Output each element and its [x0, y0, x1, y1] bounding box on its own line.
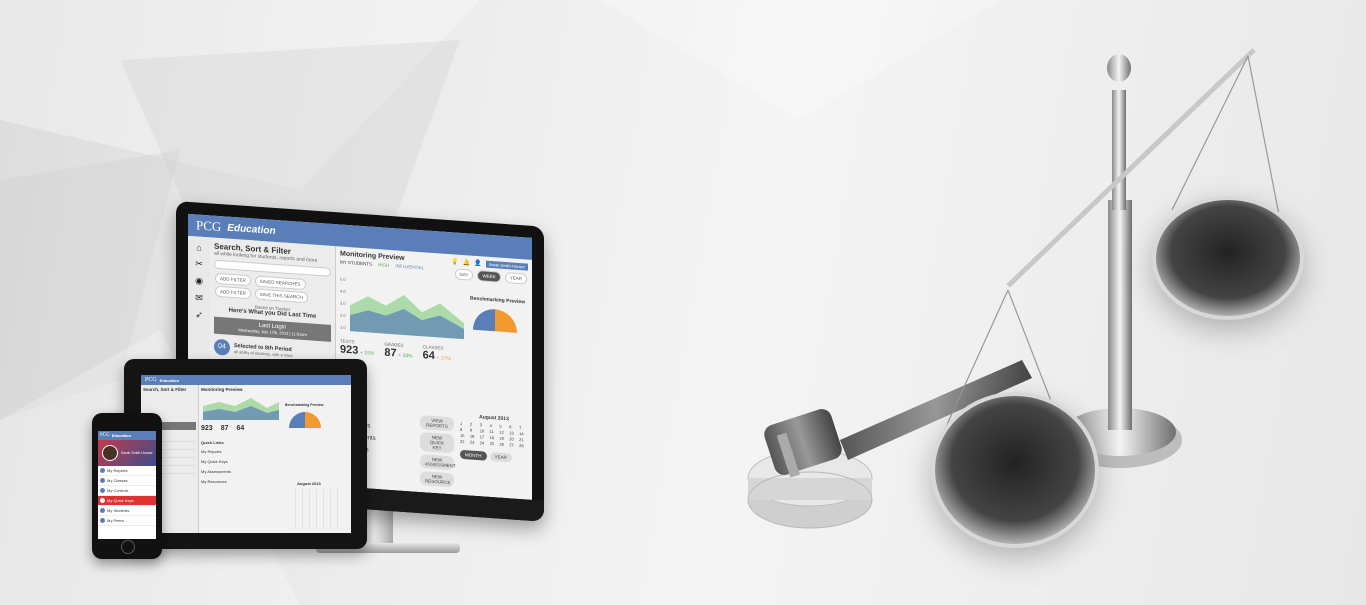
- y-tick: 2.0: [340, 312, 346, 317]
- tablet-stat-grades: 87: [220, 425, 229, 432]
- monitoring-area-chart: 5.0 4.0 3.0 2.0 1.0: [340, 276, 464, 340]
- add-filter-button-2[interactable]: ADD FILTER: [215, 285, 251, 300]
- tablet-link-assessments[interactable]: My Assessments: [201, 469, 349, 474]
- menu-my-quick-keys[interactable]: My Quick Keys: [98, 496, 156, 506]
- peers-icon: [100, 518, 105, 523]
- stat-tests: TESTS 923 + 15%: [340, 338, 375, 357]
- menu-my-classes[interactable]: My Classes: [98, 476, 156, 486]
- benchmarking-panel: Benchmarking Preview: [470, 296, 528, 338]
- tablet-quick-links-title: Quick Links: [201, 440, 224, 445]
- bell-icon[interactable]: 🔔: [463, 259, 470, 267]
- profile-header: Sarah Smith-Houser: [98, 440, 156, 466]
- app-logo: PCG: [100, 433, 110, 438]
- tablet-link-reports[interactable]: My Reports: [201, 449, 349, 454]
- app-logo: PCG: [145, 377, 157, 383]
- classes-icon: [100, 478, 105, 483]
- app-name: Education: [159, 377, 180, 383]
- tablet-bench-title: Benchmarking Preview: [285, 403, 324, 407]
- year-button[interactable]: YEAR: [489, 451, 512, 463]
- tablet-calendar-title: August 2013: [297, 481, 321, 486]
- phone-device: PCG Education Sarah Smith-Houser My Repo…: [92, 413, 162, 559]
- stat-grades: GRADES 87 + 33%: [384, 341, 413, 360]
- tablet-link-quick-keys[interactable]: My Quick Keys: [201, 459, 349, 464]
- user-icon[interactable]: 👤: [474, 260, 481, 268]
- y-tick: 3.0: [340, 300, 346, 305]
- legend-label: MY STUDENTS: [340, 259, 373, 267]
- tab-year[interactable]: YEAR: [504, 271, 527, 285]
- rocket-icon[interactable]: ➶: [188, 309, 210, 322]
- tablet-stat-classes: 64: [236, 425, 245, 432]
- stat-classes: CLASSES 64 + 17%: [422, 344, 451, 363]
- menu-my-reports[interactable]: My Reports: [98, 466, 156, 476]
- new-assessment-button[interactable]: NEW ASSESSMENT: [420, 454, 456, 471]
- action-buttons: VIEW REPORTS NEW QUICK KEY NEW ASSESSMEN…: [420, 412, 456, 490]
- calendar-widget: August 2013 1234567 8 9 10 11 12 13 14 15 16 17 1…: [460, 413, 528, 467]
- controls-icon: [100, 488, 105, 493]
- scales-icon: [931, 48, 1304, 548]
- phone-screen: PCG Education Sarah Smith-Houser My Repo…: [98, 431, 156, 539]
- add-filter-button[interactable]: ADD FILTER: [215, 272, 251, 287]
- tablet-benchmark-pie: [289, 412, 321, 428]
- legend-high: HIGH: [378, 262, 390, 268]
- menu-my-students[interactable]: My Students: [98, 506, 156, 516]
- menu-my-controls[interactable]: My Controls: [98, 486, 156, 496]
- tab-day[interactable]: DAY: [454, 268, 474, 281]
- eye-icon[interactable]: ◉: [188, 275, 210, 288]
- app-name: Education: [227, 222, 276, 237]
- y-tick: 4.0: [340, 288, 346, 293]
- month-button[interactable]: MONTH: [460, 449, 487, 461]
- tablet-link-resources[interactable]: My Resources: [201, 479, 349, 484]
- calendar-grid[interactable]: 1234567 8 9 10 11 12 13 14 15 16 17 18 19 20 21 22 23…: [460, 421, 528, 449]
- tablet-area-chart: [203, 398, 279, 420]
- tablet-calendar-grid[interactable]: [289, 489, 343, 529]
- benchmark-pie: [473, 309, 517, 333]
- avatar[interactable]: [102, 445, 118, 461]
- tablet-stat-tests: 923: [201, 425, 213, 432]
- tablet-panel-title: Search, Sort & Filter: [143, 387, 187, 392]
- app-name: Education: [111, 433, 132, 438]
- mail-icon[interactable]: ✉: [188, 292, 210, 305]
- justice-illustration: [747, 48, 1304, 548]
- save-search-button[interactable]: SAVE THIS SEARCH: [254, 288, 308, 304]
- tablet-screen: PCG Education Search, Sort & Filter Moni…: [141, 375, 351, 533]
- home-icon[interactable]: ⌂: [188, 242, 210, 254]
- last-login-box[interactable]: Last Login Wednesday, July 17th, 2013 | …: [214, 316, 331, 342]
- tablet-main: Monitoring Preview Benchmarking Preview …: [201, 387, 349, 529]
- phone-home-button[interactable]: [121, 540, 135, 554]
- saved-searches-button[interactable]: SAVED SEARCHES: [254, 275, 306, 291]
- students-icon: [100, 508, 105, 513]
- lightbulb-icon[interactable]: 💡: [451, 258, 458, 266]
- view-reports-button[interactable]: VIEW REPORTS: [420, 415, 454, 432]
- y-tick: 5.0: [340, 276, 346, 281]
- app-logo: PCG: [196, 217, 222, 235]
- reports-icon: [100, 468, 105, 473]
- phone-user-name: Sarah Smith-Houser: [121, 451, 153, 455]
- tab-week[interactable]: WEEK: [477, 270, 501, 283]
- new-quick-key-button[interactable]: NEW QUICK KEY: [420, 432, 454, 454]
- count-badge: 04: [214, 338, 230, 356]
- legend-influential: INFLUENTIAL: [395, 263, 425, 271]
- new-resource-button[interactable]: NEW RESOURCE: [420, 471, 454, 488]
- quick-keys-icon: [100, 498, 105, 503]
- y-tick: 1.0: [340, 324, 346, 329]
- menu-my-peers[interactable]: My Peers: [98, 516, 156, 526]
- tools-icon[interactable]: ✂: [188, 258, 210, 271]
